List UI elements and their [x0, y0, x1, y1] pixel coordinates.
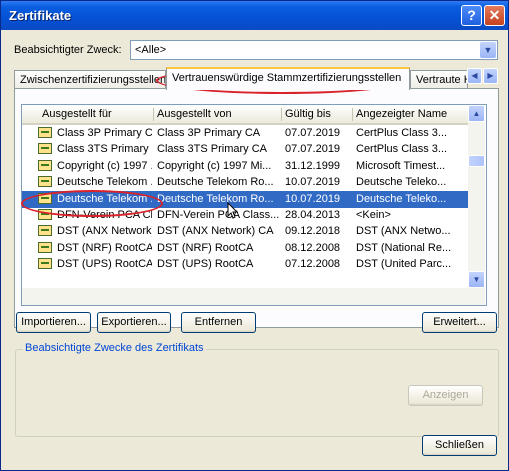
- tab-panel: Ausgestellt für Ausgestellt von Gültig b…: [14, 88, 499, 328]
- table-cell: Deutsche Telekom ...: [57, 192, 152, 205]
- list-header: Ausgestellt für Ausgestellt von Gültig b…: [22, 105, 468, 125]
- table-cell: Deutsche Telekom ...: [57, 176, 152, 189]
- table-row[interactable]: Deutsche Telekom ... Deutsche Telekom Ro.…: [22, 190, 468, 208]
- close-button[interactable]: Schließen: [422, 435, 497, 456]
- tab-scroll-left-icon[interactable]: ◀: [467, 68, 482, 84]
- export-button[interactable]: Exportieren...: [97, 312, 171, 333]
- group-title: Beabsichtigte Zwecke des Zertifikats: [23, 342, 206, 354]
- certificate-icon: [38, 176, 52, 188]
- table-cell: DST (ANX Netwo...: [356, 225, 451, 238]
- table-cell: <Kein>: [356, 209, 391, 221]
- table-cell: Class 3P Primary CA: [157, 127, 261, 139]
- table-cell: Copyright (c) 1997 ...: [57, 159, 152, 172]
- scroll-thumb[interactable]: [468, 155, 485, 167]
- certificate-icon: [38, 258, 52, 270]
- column-header-issued-by[interactable]: Ausgestellt von: [157, 108, 232, 120]
- table-cell: DST (National Re...: [356, 241, 452, 254]
- mouse-pointer-icon: [227, 202, 239, 219]
- certificate-icon: [38, 241, 52, 253]
- table-cell: 07.12.2008: [285, 258, 341, 271]
- close-icon: ✕: [488, 7, 501, 23]
- table-cell: Deutsche Teleko...: [356, 176, 447, 189]
- table-cell: CertPlus Class 3...: [356, 143, 448, 156]
- certificate-icon: [38, 159, 52, 171]
- table-cell: 07.07.2019: [285, 143, 341, 156]
- table-cell: 28.04.2013: [285, 209, 341, 221]
- tab-scroll-arrows: ◀ ▶: [467, 68, 499, 85]
- window-title: Zertifikate: [9, 8, 72, 23]
- column-header-display-name[interactable]: Angezeigter Name: [356, 108, 447, 120]
- tab-trusted-publishers[interactable]: Vertraute Herausgeber: [410, 70, 468, 89]
- table-cell: Copyright (c) 1997 Mi...: [157, 159, 272, 172]
- tab-scroll-right-icon[interactable]: ▶: [483, 68, 498, 84]
- scroll-down-icon[interactable]: ▼: [468, 271, 485, 288]
- chevron-down-icon[interactable]: ▼: [480, 42, 496, 58]
- table-row[interactable]: Class 3P Primary CA Class 3P Primary CA 07…: [22, 125, 468, 142]
- table-cell: DST (ANX Network) CA: [157, 225, 274, 238]
- table-cell: DST (NRF) RootCA: [157, 241, 254, 254]
- horizontal-scrollbar[interactable]: [22, 288, 468, 305]
- table-cell: 31.12.1999: [285, 159, 341, 172]
- tab-label: Vertraute Herausgeber: [416, 74, 467, 86]
- tab-label: Zwischenzertifizierungsstellen: [20, 74, 166, 86]
- certificates-dialog: Zertifikate ? ✕ Beabsichtigter Zweck: <A…: [0, 0, 509, 471]
- table-cell: Microsoft Timest...: [356, 159, 446, 172]
- close-window-button[interactable]: ✕: [484, 5, 505, 26]
- table-cell: 10.07.2019: [285, 176, 341, 189]
- purpose-label: Beabsichtigter Zweck:: [14, 44, 122, 56]
- table-row[interactable]: DST (ANX Network)... DST (ANX Network) CA…: [22, 223, 468, 240]
- vertical-scrollbar[interactable]: ▲ ▼: [468, 105, 485, 305]
- tab-trusted-root-ca[interactable]: Vertrauenswürdige Stammzertifizierungsst…: [166, 67, 410, 90]
- column-divider[interactable]: [153, 108, 154, 121]
- table-cell: DST (NRF) RootCA: [57, 241, 152, 254]
- scroll-up-icon[interactable]: ▲: [468, 105, 485, 122]
- certificate-icon: [38, 209, 52, 220]
- help-button[interactable]: ?: [461, 5, 482, 26]
- table-cell: Class 3TS Primary CA: [57, 143, 152, 156]
- column-header-valid-until[interactable]: Gültig bis: [285, 108, 331, 120]
- table-cell: Deutsche Telekom Ro...: [157, 192, 274, 205]
- title-bar[interactable]: Zertifikate ? ✕: [1, 1, 508, 30]
- tab-strip: Zwischenzertifizierungsstellen Vertrauen…: [14, 67, 499, 90]
- table-cell: CertPlus Class 3...: [356, 127, 448, 139]
- advanced-button[interactable]: Erweitert...: [422, 312, 497, 333]
- table-cell: DST (ANX Network)...: [57, 225, 152, 238]
- table-row[interactable]: DFN-Verein PCA Cl... DFN-Verein PCA Class…: [22, 207, 468, 224]
- help-icon: ?: [467, 7, 476, 23]
- tab-intermediate-ca[interactable]: Zwischenzertifizierungsstellen: [14, 70, 166, 89]
- certificate-list[interactable]: Ausgestellt für Ausgestellt von Gültig b…: [21, 104, 487, 306]
- table-row[interactable]: Class 3TS Primary CA Class 3TS Primary CA…: [22, 141, 468, 158]
- certificate-icon: [38, 143, 52, 155]
- table-cell: DFN-Verein PCA Cl...: [57, 209, 152, 221]
- table-row[interactable]: DST (UPS) RootCA DST (UPS) RootCA 07.12.20…: [22, 256, 468, 273]
- column-header-issued-to[interactable]: Ausgestellt für: [42, 108, 112, 120]
- table-cell: DFN-Verein PCA Class...: [157, 209, 279, 221]
- column-divider[interactable]: [352, 108, 353, 121]
- table-cell: 07.07.2019: [285, 127, 341, 139]
- table-cell: DST (UPS) RootCA: [57, 258, 152, 271]
- remove-button[interactable]: Entfernen: [181, 312, 256, 333]
- table-row[interactable]: DST (NRF) RootCA DST (NRF) RootCA 08.12.20…: [22, 240, 468, 257]
- table-cell: Deutsche Teleko...: [356, 192, 447, 205]
- table-cell: 08.12.2008: [285, 241, 341, 254]
- table-cell: Deutsche Telekom Ro...: [157, 176, 274, 189]
- table-cell: 10.07.2019: [285, 192, 341, 205]
- certificate-icon: [38, 127, 52, 138]
- table-row[interactable]: Copyright (c) 1997 ... Copyright (c) 1997…: [22, 158, 468, 175]
- table-row[interactable]: Deutsche Telekom ... Deutsche Telekom Ro.…: [22, 174, 468, 191]
- purpose-select[interactable]: <Alle> ▼: [130, 40, 498, 60]
- certificate-icon: [38, 225, 52, 237]
- dialog-client-area: Beabsichtigter Zweck: <Alle> ▼ Zwischenz…: [4, 30, 505, 469]
- table-cell: 09.12.2018: [285, 225, 341, 238]
- import-button[interactable]: Importieren...: [16, 312, 91, 333]
- table-cell: Class 3TS Primary CA: [157, 143, 268, 156]
- view-button[interactable]: Anzeigen: [408, 385, 483, 406]
- tab-label: Vertrauenswürdige Stammzertifizierungsst…: [172, 72, 402, 84]
- table-cell: DST (UPS) RootCA: [157, 258, 254, 271]
- purpose-value: <Alle>: [135, 44, 167, 56]
- table-cell: DST (United Parc...: [356, 258, 452, 271]
- column-divider[interactable]: [281, 108, 282, 121]
- certificate-icon: [38, 192, 52, 204]
- table-cell: Class 3P Primary CA: [57, 127, 152, 139]
